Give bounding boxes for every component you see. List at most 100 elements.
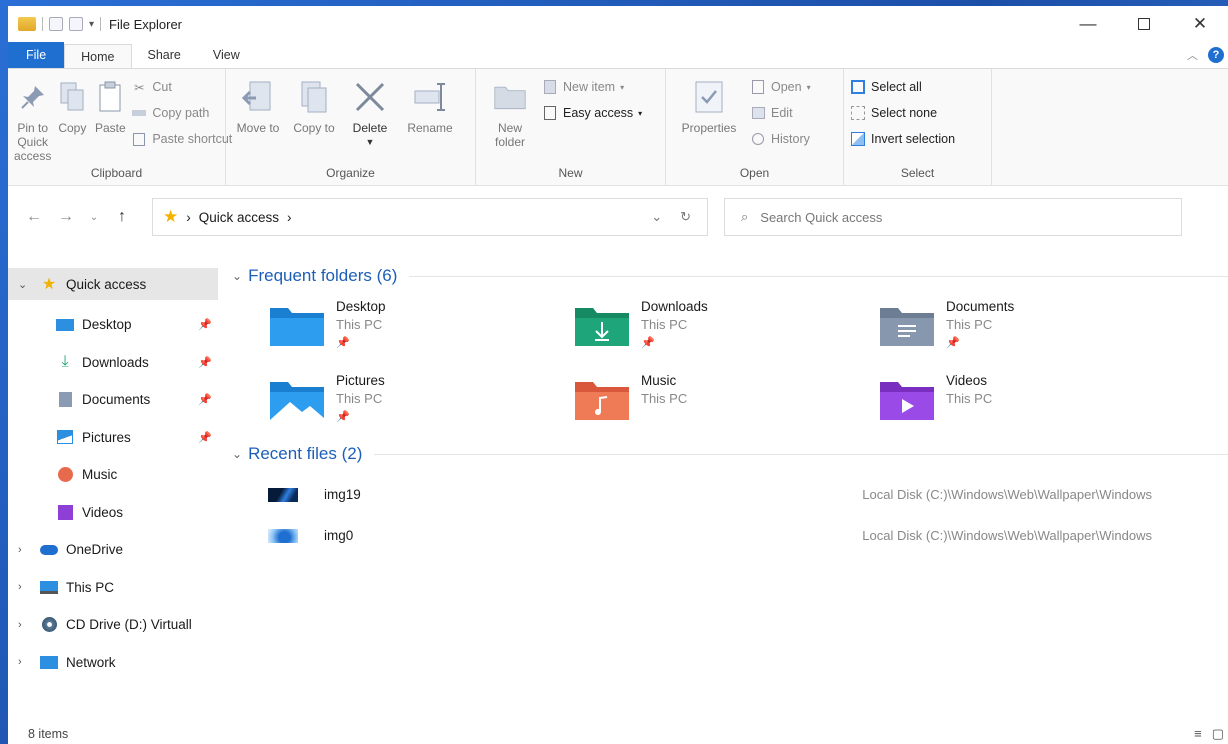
minimize-button[interactable]: — — [1060, 6, 1116, 42]
navigation-pane: ⌄ ★ Quick access Desktop 📌 ⤓ Downloads 📌… — [8, 248, 218, 736]
new-folder-icon — [493, 79, 527, 115]
tab-share[interactable]: Share — [132, 42, 197, 68]
copy-button[interactable]: Copy — [55, 75, 89, 163]
desktop-icon — [56, 317, 74, 333]
list-item[interactable]: img0 Local Disk (C:)\Windows\Web\Wallpap… — [232, 515, 1228, 556]
select-none-icon — [850, 105, 866, 121]
copy-label: Copy — [58, 121, 87, 135]
close-button[interactable]: ✕ — [1172, 6, 1228, 42]
back-button[interactable]: ← — [18, 203, 50, 231]
folder-documents[interactable]: Documents This PC 📌 — [878, 298, 1183, 360]
new-item-button[interactable]: New item ▾ — [542, 77, 642, 97]
address-bar[interactable]: ★ › Quick access › ⌄ ↻ — [152, 198, 708, 236]
move-to-button[interactable]: Move to — [232, 75, 284, 163]
select-all-button[interactable]: Select all — [850, 77, 955, 97]
quick-access-toolbar: ▾ — [18, 17, 102, 31]
recent-locations-icon[interactable]: ⌄ — [82, 203, 106, 231]
recent-files-title: Recent files (2) — [248, 444, 363, 463]
pin-icon[interactable]: 📌 — [198, 393, 212, 406]
open-group-label: Open — [739, 166, 770, 180]
chevron-right-icon[interactable]: › — [18, 656, 40, 668]
sidebar-item-desktop[interactable]: Desktop 📌 — [8, 306, 218, 344]
sidebar-item-network[interactable]: › Network — [8, 644, 218, 682]
sidebar-item-quick-access[interactable]: ⌄ ★ Quick access — [8, 268, 218, 300]
rename-button[interactable]: Rename — [400, 75, 460, 163]
folder-music[interactable]: Music This PC — [573, 372, 878, 434]
folder-downloads[interactable]: Downloads This PC 📌 — [573, 298, 878, 360]
pictures-folder-icon — [268, 378, 326, 422]
folder-icon[interactable] — [18, 17, 36, 31]
pin-icon[interactable]: 📌 — [198, 431, 212, 444]
paste-shortcut-label: Paste shortcut — [152, 132, 233, 146]
maximize-button[interactable] — [1116, 6, 1172, 42]
search-box[interactable]: ⌕ Search Quick access — [724, 198, 1182, 236]
breadcrumb-quick-access[interactable]: Quick access — [199, 210, 279, 225]
sidebar-item-label: Network — [66, 654, 116, 670]
sidebar-item-onedrive[interactable]: › OneDrive — [8, 531, 218, 569]
breadcrumb-separator-icon[interactable]: › — [186, 210, 191, 225]
folder-pictures[interactable]: Pictures This PC 📌 — [268, 372, 573, 434]
pin-icon[interactable]: 📌 — [198, 356, 212, 369]
delete-dropdown-icon[interactable]: ▼ — [366, 135, 375, 149]
copy-path-button[interactable]: Copy path — [131, 103, 232, 123]
chevron-right-icon[interactable]: › — [18, 544, 40, 556]
pin-to-quick-access-button[interactable]: Pin to Quick access — [14, 75, 51, 163]
folder-desktop[interactable]: Desktop This PC 📌 — [268, 298, 573, 360]
refresh-icon[interactable]: ↻ — [680, 209, 691, 225]
easy-access-button[interactable]: Easy access ▾ — [542, 103, 642, 123]
pin-icon[interactable]: 📌 — [198, 318, 212, 331]
sidebar-item-this-pc[interactable]: › This PC — [8, 569, 218, 607]
paste-shortcut-button[interactable]: Paste shortcut — [131, 129, 232, 149]
sidebar-item-music[interactable]: Music — [8, 456, 218, 494]
new-folder-button[interactable]: New folder — [482, 75, 538, 163]
sidebar-item-videos[interactable]: Videos — [8, 494, 218, 532]
customize-toolbar-icon[interactable]: ▾ — [89, 19, 94, 30]
chevron-right-icon[interactable]: › — [18, 619, 40, 631]
recent-files-header[interactable]: ⌄ Recent files (2) — [232, 438, 1228, 470]
sidebar-item-downloads[interactable]: ⤓ Downloads 📌 — [8, 344, 218, 382]
history-button[interactable]: History — [750, 129, 811, 149]
new-group: New folder New item ▾ Easy access ▾ New — [476, 69, 666, 185]
cut-button[interactable]: ✂ Cut — [131, 77, 232, 97]
search-placeholder: Search Quick access — [760, 209, 883, 225]
properties-icon[interactable] — [49, 17, 63, 31]
tab-view[interactable]: View — [197, 42, 256, 68]
copy-to-button[interactable]: Copy to — [288, 75, 340, 163]
tab-file[interactable]: File — [8, 42, 65, 68]
image-thumbnail-icon — [268, 487, 298, 502]
select-none-button[interactable]: Select none — [850, 103, 955, 123]
sidebar-item-label: This PC — [66, 579, 115, 595]
clipboard-small-buttons: ✂ Cut Copy path Paste shortcut — [131, 75, 232, 163]
sidebar-item-cd-drive[interactable]: › CD Drive (D:) Virtuall — [8, 606, 218, 644]
up-button[interactable]: ↑ — [106, 203, 138, 231]
folder-name: Pictures — [336, 373, 385, 388]
details-view-icon[interactable]: ≡ — [1194, 726, 1202, 742]
paste-button[interactable]: Paste — [93, 75, 127, 163]
tab-home[interactable]: Home — [64, 44, 132, 68]
search-icon: ⌕ — [741, 209, 749, 224]
delete-button[interactable]: Delete ▼ — [344, 75, 396, 163]
help-icon[interactable]: ? — [1208, 47, 1224, 63]
open-button[interactable]: Open ▾ — [750, 77, 811, 97]
address-dropdown-icon[interactable]: ⌄ — [651, 209, 662, 225]
forward-button[interactable]: → — [50, 203, 82, 231]
invert-selection-button[interactable]: Invert selection — [850, 129, 955, 149]
chevron-right-icon[interactable]: › — [18, 581, 40, 593]
select-group-label: Select — [900, 166, 935, 180]
breadcrumb-separator-icon[interactable]: › — [287, 210, 292, 225]
chevron-down-icon[interactable]: ⌄ — [232, 269, 242, 283]
network-icon — [40, 654, 58, 670]
chevron-down-icon[interactable]: ⌄ — [232, 447, 242, 461]
list-item[interactable]: img19 Local Disk (C:)\Windows\Web\Wallpa… — [232, 474, 1228, 515]
sidebar-item-pictures[interactable]: Pictures 📌 — [8, 419, 218, 457]
edit-button[interactable]: Edit — [750, 103, 811, 123]
chevron-down-icon[interactable]: ⌄ — [18, 278, 40, 291]
folder-videos[interactable]: Videos This PC — [878, 372, 1183, 434]
large-icons-view-icon[interactable]: ▢ — [1212, 726, 1224, 742]
sidebar-item-documents[interactable]: Documents 📌 — [8, 381, 218, 419]
minimize-ribbon-icon[interactable]: ︿ — [1187, 47, 1198, 63]
properties-button[interactable]: Properties — [672, 75, 746, 163]
new-folder-icon[interactable] — [69, 17, 83, 31]
easy-access-icon — [542, 105, 558, 121]
frequent-folders-header[interactable]: ⌄ Frequent folders (6) — [232, 260, 1228, 292]
